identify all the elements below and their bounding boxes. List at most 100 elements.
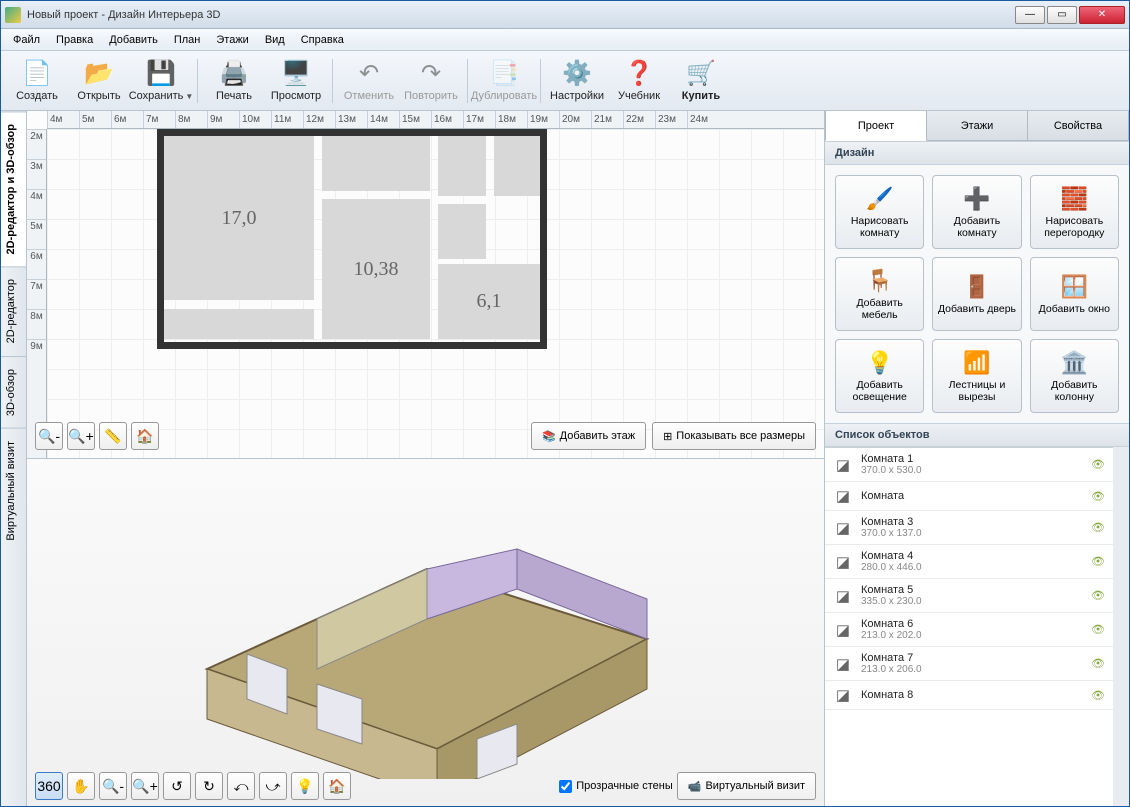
- visibility-toggle-icon[interactable]: 👁: [1091, 555, 1105, 568]
- close-button[interactable]: ✕: [1079, 6, 1125, 24]
- visibility-toggle-icon[interactable]: 👁: [1091, 589, 1105, 602]
- home-button[interactable]: 🏠: [131, 422, 159, 450]
- 360-button[interactable]: 360: [35, 772, 63, 800]
- menubar: ФайлПравкаДобавитьПланЭтажиВидСправка: [1, 29, 1129, 51]
- right-tab-Свойства[interactable]: Свойства: [1028, 111, 1129, 141]
- preview-button[interactable]: 🖥️Просмотр: [266, 55, 326, 107]
- tilt-right-button[interactable]: ⤻: [259, 772, 287, 800]
- virtual-visit-button[interactable]: 📹Виртуальный визит: [677, 772, 816, 800]
- draw-room-button[interactable]: 🖌️Нарисовать комнату: [835, 175, 924, 249]
- tutorial-button[interactable]: ❓Учебник: [609, 55, 669, 107]
- create-button[interactable]: 📄Создать: [7, 55, 67, 107]
- zoom-out-3d-button[interactable]: 🔍-: [99, 772, 127, 800]
- view-tab-2d[interactable]: 2D-редактор: [1, 266, 26, 355]
- right-panel-tabs: ПроектЭтажиСвойства: [825, 111, 1129, 141]
- add-light-button[interactable]: 💡Добавить освещение: [835, 339, 924, 413]
- redo-label: Повторить: [404, 90, 458, 102]
- menu-План[interactable]: План: [166, 31, 209, 49]
- room-1[interactable]: 17,0: [164, 136, 314, 300]
- room-4[interactable]: [438, 136, 486, 196]
- zoom-in-3d-button[interactable]: 🔍+: [131, 772, 159, 800]
- tutorial-icon: ❓: [625, 60, 653, 88]
- 2d-editor-view[interactable]: 4м5м6м7м8м9м10м11м12м13м14м15м16м17м18м1…: [27, 111, 824, 459]
- add-window-button[interactable]: 🪟Добавить окно: [1030, 257, 1119, 331]
- menu-Вид[interactable]: Вид: [257, 31, 293, 49]
- object-item-0[interactable]: ◪Комната 1370.0 x 530.0👁: [825, 448, 1113, 482]
- room-6[interactable]: [438, 204, 486, 259]
- pan-button[interactable]: ✋: [67, 772, 95, 800]
- open-button[interactable]: 📂Открыть: [69, 55, 129, 107]
- print-button[interactable]: 🖨️Печать: [204, 55, 264, 107]
- view-tab-virtual[interactable]: Виртуальный визит: [1, 428, 26, 553]
- object-item-2[interactable]: ◪Комната 3370.0 x 137.0👁: [825, 511, 1113, 545]
- visibility-toggle-icon[interactable]: 👁: [1091, 689, 1105, 702]
- zoom-out-button[interactable]: 🔍-: [35, 422, 63, 450]
- stairs-button[interactable]: 📶Лестницы и вырезы: [932, 339, 1021, 413]
- undo-button[interactable]: ↶Отменить: [339, 55, 399, 107]
- object-item-7[interactable]: ◪Комната 8👁: [825, 681, 1113, 710]
- home-3d-button[interactable]: 🏠: [323, 772, 351, 800]
- menu-Файл[interactable]: Файл: [5, 31, 48, 49]
- transparent-walls-checkbox[interactable]: Прозрачные стены: [559, 780, 672, 793]
- right-tab-Этажи[interactable]: Этажи: [927, 111, 1028, 141]
- object-item-3[interactable]: ◪Комната 4280.0 x 446.0👁: [825, 545, 1113, 579]
- maximize-button[interactable]: ▭: [1047, 6, 1077, 24]
- 3d-scene[interactable]: [167, 489, 667, 779]
- view-tab-3d[interactable]: 3D-обзор: [1, 356, 26, 428]
- visibility-toggle-icon[interactable]: 👁: [1091, 521, 1105, 534]
- room-7[interactable]: 6,1: [438, 264, 540, 339]
- center-views: 4м5м6м7м8м9м10м11м12м13м14м15м16м17м18м1…: [27, 111, 825, 806]
- duplicate-button[interactable]: 📑Дублировать: [474, 55, 534, 107]
- save-button[interactable]: 💾Сохранить▼: [131, 55, 191, 107]
- add-room-button[interactable]: ➕Добавить комнату: [932, 175, 1021, 249]
- light-toggle-button[interactable]: 💡: [291, 772, 319, 800]
- objects-list[interactable]: ◪Комната 1370.0 x 530.0👁◪Комната👁◪Комнат…: [825, 447, 1113, 806]
- view-tab-both[interactable]: 2D-редактор и 3D-обзор: [1, 111, 26, 266]
- draw-wall-button[interactable]: 🧱Нарисовать перегородку: [1030, 175, 1119, 249]
- draw-room-icon: 🖌️: [866, 186, 893, 212]
- object-item-1[interactable]: ◪Комната👁: [825, 482, 1113, 511]
- visibility-toggle-icon[interactable]: 👁: [1091, 623, 1105, 636]
- dimensions-icon: ⊞: [663, 430, 672, 443]
- visibility-toggle-icon[interactable]: 👁: [1091, 657, 1105, 670]
- room-2[interactable]: 10,38: [322, 199, 430, 339]
- settings-button[interactable]: ⚙️Настройки: [547, 55, 607, 107]
- add-column-button[interactable]: 🏛️Добавить колонну: [1030, 339, 1119, 413]
- add-door-button[interactable]: 🚪Добавить дверь: [932, 257, 1021, 331]
- tilt-left-button[interactable]: ⤺: [227, 772, 255, 800]
- add-furniture-icon: 🪑: [866, 268, 893, 294]
- add-light-icon: 💡: [866, 350, 893, 376]
- menu-Этажи[interactable]: Этажи: [208, 31, 256, 49]
- menu-Правка[interactable]: Правка: [48, 31, 101, 49]
- floorplan[interactable]: 17,0 10,38 6,1: [157, 129, 547, 349]
- redo-button[interactable]: ↷Повторить: [401, 55, 461, 107]
- add-floor-button[interactable]: 📚Добавить этаж: [531, 422, 646, 450]
- rotate-cw-button[interactable]: ↻: [195, 772, 223, 800]
- buy-button[interactable]: 🛒Купить: [671, 55, 731, 107]
- menu-Справка[interactable]: Справка: [293, 31, 352, 49]
- object-item-6[interactable]: ◪Комната 7213.0 x 206.0👁: [825, 647, 1113, 681]
- object-item-5[interactable]: ◪Комната 6213.0 x 202.0👁: [825, 613, 1113, 647]
- visibility-toggle-icon[interactable]: 👁: [1091, 490, 1105, 503]
- room-icon: ◪: [833, 487, 853, 505]
- objects-section-header: Список объектов: [825, 423, 1129, 447]
- objects-scrollbar[interactable]: [1113, 447, 1129, 806]
- measure-button[interactable]: 📏: [99, 422, 127, 450]
- rotate-ccw-button[interactable]: ↺: [163, 772, 191, 800]
- add-furniture-button[interactable]: 🪑Добавить мебель: [835, 257, 924, 331]
- 3d-toolbar: 360 ✋ 🔍- 🔍+ ↺ ↻ ⤺ ⤻ 💡 🏠 Прозрачные стены…: [35, 772, 816, 800]
- right-tab-Проект[interactable]: Проект: [825, 111, 927, 141]
- minimize-button[interactable]: —: [1015, 6, 1045, 24]
- object-item-4[interactable]: ◪Комната 5335.0 x 230.0👁: [825, 579, 1113, 613]
- room-3[interactable]: [322, 136, 430, 191]
- buy-label: Купить: [682, 90, 720, 102]
- show-dimensions-button[interactable]: ⊞Показывать все размеры: [652, 422, 816, 450]
- room-5[interactable]: [494, 136, 540, 196]
- vertical-ruler: 2м3м4м5м6м7м8м9м: [27, 129, 47, 458]
- visibility-toggle-icon[interactable]: 👁: [1091, 458, 1105, 471]
- 3d-view[interactable]: 360 ✋ 🔍- 🔍+ ↺ ↻ ⤺ ⤻ 💡 🏠 Прозрачные стены…: [27, 459, 824, 806]
- menu-Добавить[interactable]: Добавить: [101, 31, 166, 49]
- room-8[interactable]: [164, 309, 314, 339]
- app-window: Новый проект - Дизайн Интерьера 3D — ▭ ✕…: [0, 0, 1130, 807]
- zoom-in-button[interactable]: 🔍+: [67, 422, 95, 450]
